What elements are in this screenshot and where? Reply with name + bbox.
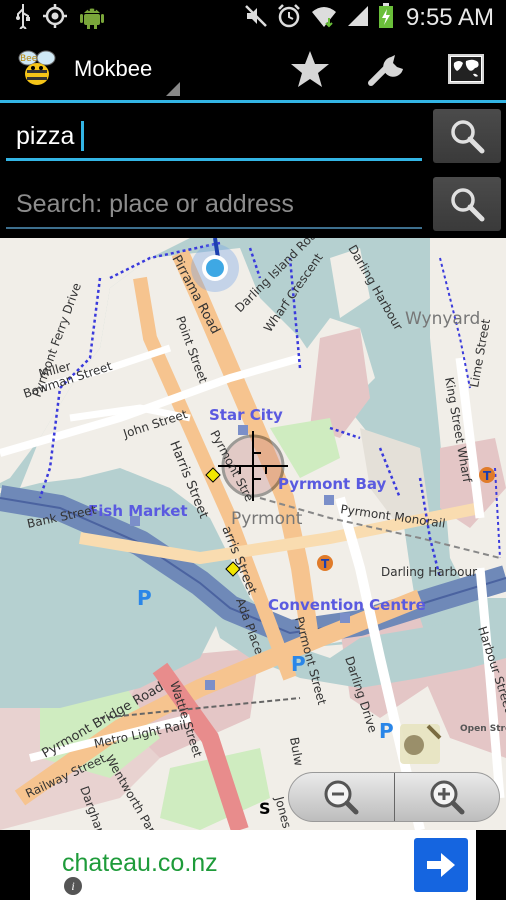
svg-text:T: T — [321, 557, 330, 571]
alarm-icon — [276, 3, 302, 34]
parking-icon: P — [379, 719, 394, 743]
ad-bar: chateau.co.nz i — [0, 830, 506, 900]
ad-text[interactable]: chateau.co.nz — [62, 849, 218, 878]
app-logo-icon[interactable]: Bee — [14, 48, 60, 88]
query-search-button[interactable] — [433, 109, 501, 163]
query-input[interactable] — [16, 117, 416, 155]
map-view[interactable]: T T P P P Star City Pyrmont Bay Fish Mar… — [0, 238, 506, 830]
ad-open-button[interactable] — [414, 838, 468, 892]
map-label-fish-market: Fish Market — [88, 502, 188, 520]
osm-credit: Open Street Maps — [460, 724, 506, 734]
map-label-convention-centre: Convention Centre — [268, 596, 426, 614]
wifi-icon — [310, 4, 338, 33]
ad-banner[interactable]: chateau.co.nz i — [30, 830, 476, 900]
title-dropdown-indicator — [166, 82, 180, 96]
address-search-button[interactable] — [433, 177, 501, 231]
search-icon — [451, 188, 485, 222]
arrow-right-icon — [427, 853, 455, 877]
star-icon — [291, 51, 329, 87]
map-label-wynyard: Wynyard — [405, 309, 480, 329]
gps-icon — [42, 3, 68, 34]
android-icon — [78, 2, 106, 35]
battery-charging-icon — [378, 2, 394, 34]
settings-button[interactable] — [360, 44, 416, 94]
map-label-darling-harbour: Darling Harbour — [381, 565, 477, 579]
address-input[interactable] — [16, 185, 416, 223]
zoom-out-button[interactable] — [289, 773, 394, 821]
signal-icon — [346, 4, 370, 33]
address-search-row — [0, 171, 506, 235]
app-title[interactable]: Mokbee — [74, 56, 152, 82]
favorites-button[interactable] — [282, 44, 338, 94]
text-cursor — [81, 121, 84, 151]
map-label-star-city: Star City — [209, 406, 283, 424]
street-label: S — [259, 799, 271, 818]
osm-logo-icon — [400, 724, 442, 764]
map-label-pyrmont: Pyrmont — [231, 509, 303, 529]
map-layers-button[interactable] — [438, 44, 494, 94]
status-bar: 9:55 AM — [0, 0, 506, 36]
query-field[interactable] — [6, 111, 422, 161]
zoom-out-icon — [324, 780, 359, 815]
clock: 9:55 AM — [405, 4, 494, 31]
action-bar: Bee Mokbee — [0, 36, 506, 100]
svg-text:T: T — [483, 469, 492, 483]
zoom-in-icon — [430, 780, 465, 815]
usb-icon — [14, 3, 32, 34]
address-field[interactable] — [6, 179, 422, 229]
logo-text: Bee — [20, 54, 38, 64]
ad-info-icon[interactable]: i — [64, 877, 82, 895]
zoom-control — [288, 772, 500, 822]
search-area — [0, 103, 506, 238]
zoom-in-button[interactable] — [395, 773, 500, 821]
map-icon — [448, 54, 484, 84]
query-search-row — [0, 103, 506, 167]
wrench-icon — [368, 55, 403, 86]
parking-icon: P — [137, 586, 152, 610]
map-label-pyrmont-bay: Pyrmont Bay — [278, 475, 387, 493]
search-icon — [451, 120, 485, 154]
mute-icon — [244, 4, 268, 33]
